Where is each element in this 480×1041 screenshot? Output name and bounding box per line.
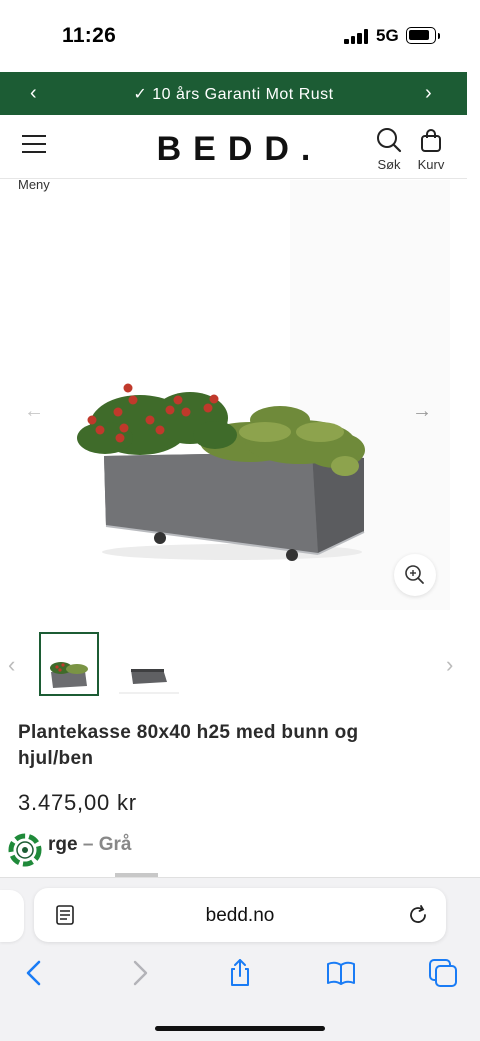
thumb-next-button[interactable]: › <box>446 652 453 678</box>
browser-toolbar: bedd.no <box>0 877 480 1041</box>
gallery-next-button[interactable]: → <box>412 400 432 423</box>
previous-tab-preview[interactable] <box>0 890 24 942</box>
address-bar[interactable]: bedd.no <box>34 888 446 942</box>
url-text: bedd.no <box>205 905 275 926</box>
eco-badge-icon[interactable] <box>8 833 42 867</box>
promo-next-button[interactable]: › <box>425 82 432 105</box>
thumb-prev-button[interactable]: ‹ <box>8 652 15 678</box>
back-icon[interactable] <box>20 958 50 988</box>
signal-icon <box>344 29 370 44</box>
variant-separator: – <box>77 834 99 855</box>
thumbnail-1[interactable] <box>39 632 99 696</box>
thumbnail-image <box>119 669 179 694</box>
cart-label: Kurv <box>417 157 445 172</box>
variant-selector[interactable]: rge – Grå <box>48 834 131 856</box>
thumbnail-strip: ‹ › <box>0 630 467 700</box>
zoom-icon <box>405 565 424 584</box>
promo-text: ✓ 10 års Garanti Mot Rust <box>133 86 334 103</box>
product-gallery: ← → <box>0 180 467 610</box>
search-label: Søk <box>377 157 401 172</box>
variant-value: Grå <box>98 834 132 855</box>
promo-banner: ‹ ✓ 10 års Garanti Mot Rust › <box>0 72 467 115</box>
search-button[interactable]: Søk <box>374 127 404 177</box>
product-title: Plantekasse 80x40 h25 med bunn og hjul/b… <box>18 722 359 769</box>
product-price: 3.475,00 kr <box>18 790 137 815</box>
battery-icon <box>406 27 440 44</box>
thumbnail-image <box>50 662 88 688</box>
status-time: 11:26 <box>62 24 117 47</box>
network-label: 5G <box>376 26 399 45</box>
share-icon[interactable] <box>225 958 255 988</box>
product-image <box>77 180 450 610</box>
site-header: Meny BEDD. Søk Kurv <box>0 115 467 192</box>
thumbnail-2[interactable] <box>119 632 179 696</box>
cart-icon <box>421 129 441 152</box>
status-bar: 11:26 5G <box>0 0 480 72</box>
search-icon <box>377 128 402 153</box>
tabs-icon[interactable] <box>428 958 458 988</box>
zoom-button[interactable] <box>394 554 436 596</box>
forward-icon[interactable] <box>124 958 154 988</box>
home-indicator <box>155 1026 325 1031</box>
reload-icon[interactable] <box>406 903 430 927</box>
cart-button[interactable]: Kurv <box>414 127 448 177</box>
bookmarks-icon[interactable] <box>326 958 356 988</box>
variant-label: rge <box>48 834 78 855</box>
